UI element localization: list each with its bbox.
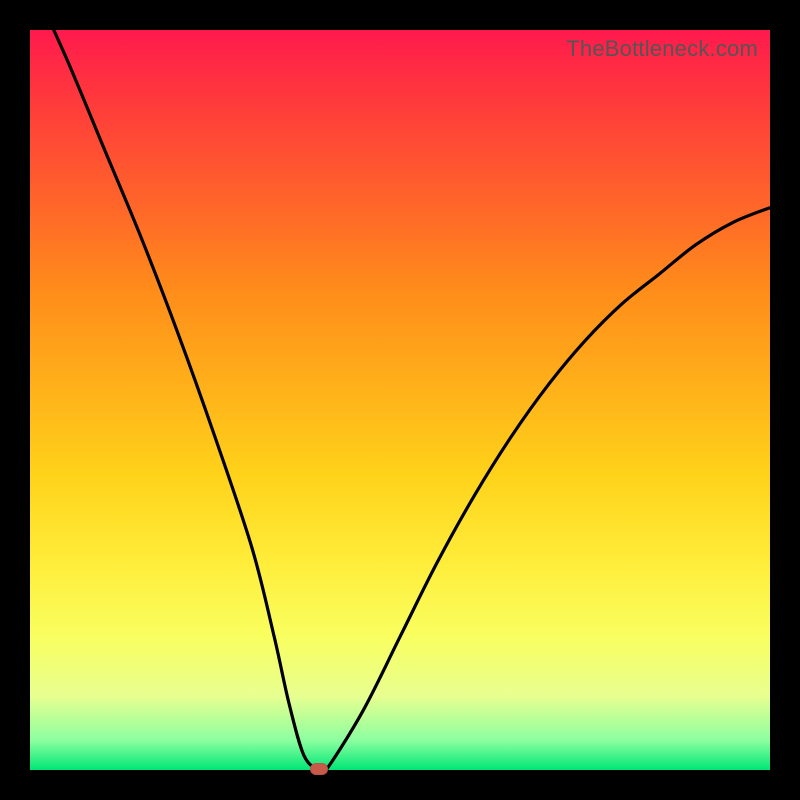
watermark-text: TheBottleneck.com bbox=[566, 36, 758, 62]
bottleneck-curve bbox=[30, 30, 770, 770]
chart-frame: TheBottleneck.com bbox=[0, 0, 800, 800]
optimal-point-marker bbox=[310, 763, 328, 775]
plot-area: TheBottleneck.com bbox=[30, 30, 770, 770]
